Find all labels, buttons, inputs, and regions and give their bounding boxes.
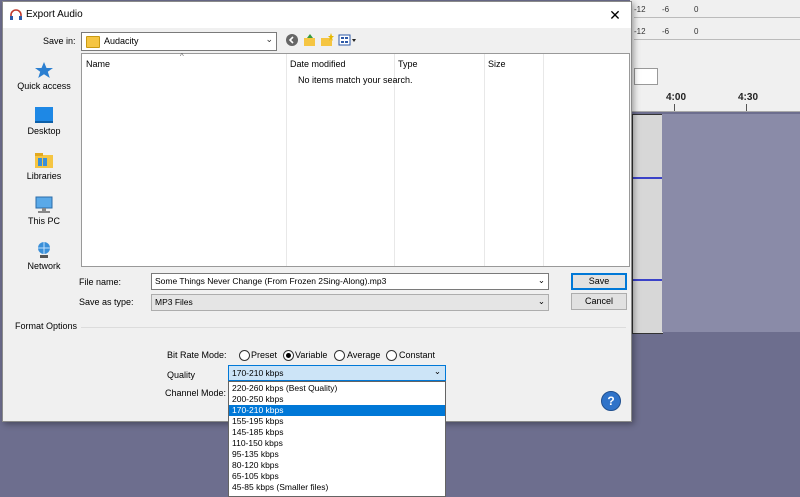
channel-mode-label: Channel Mode: (165, 388, 227, 398)
chevron-down-icon[interactable]: ⌄ (538, 275, 545, 286)
save-as-type-label: Save as type: (79, 297, 134, 307)
column-header-size[interactable]: Size (488, 59, 506, 69)
column-divider (543, 54, 544, 266)
save-as-type-dropdown[interactable]: MP3 Files ⌄ (151, 294, 549, 311)
folder-icon (86, 36, 100, 48)
place-label: This PC (27, 216, 60, 226)
save-in-value: Audacity (104, 36, 139, 46)
radio-constant-label[interactable]: Constant (399, 350, 435, 360)
place-label: Libraries (26, 171, 62, 181)
meter-label: -6 (662, 27, 670, 36)
chevron-down-icon: ⌄ (433, 366, 441, 376)
meter-label: -12 (634, 27, 646, 36)
format-options-divider (81, 327, 626, 328)
save-in-label: Save in: (43, 36, 76, 46)
radio-variable[interactable] (283, 350, 294, 361)
export-audio-dialog: Export Audio ✕ Save in: Audacity ⌄ Quick… (2, 1, 632, 422)
file-name-value: Some Things Never Change (From Frozen 2S… (155, 276, 387, 286)
radio-preset[interactable] (239, 350, 250, 361)
quality-option[interactable]: 45-85 kbps (Smaller files) (229, 482, 445, 493)
place-label: Quick access (17, 81, 71, 91)
view-menu-icon[interactable] (338, 33, 358, 47)
close-button[interactable]: ✕ (601, 4, 629, 26)
audio-track[interactable] (632, 114, 663, 334)
quality-option[interactable]: 110-150 kbps (229, 438, 445, 449)
save-as-type-value: MP3 Files (155, 297, 193, 307)
timeline-label: 4:00 (666, 92, 687, 103)
radio-average[interactable] (334, 350, 345, 361)
waveform (633, 177, 663, 179)
up-folder-icon[interactable] (303, 33, 317, 47)
star-icon (35, 62, 53, 78)
timeline-ruler[interactable]: 4:00 4:30 (630, 86, 800, 112)
audacity-device-combo[interactable] (634, 68, 658, 85)
place-this-pc[interactable]: This PC (10, 196, 78, 226)
column-header-date-modified[interactable]: Date modified (290, 59, 346, 69)
file-name-label: File name: (79, 277, 122, 287)
title-bar: Export Audio ✕ (3, 2, 631, 28)
computer-icon (35, 196, 53, 213)
network-icon (38, 242, 50, 258)
headphones-icon (10, 9, 22, 20)
meter-label: 0 (694, 27, 699, 36)
cancel-button[interactable]: Cancel (571, 293, 627, 310)
meter-label: 0 (694, 5, 699, 14)
sort-ascending-icon: ^ (180, 52, 184, 61)
radio-average-label[interactable]: Average (347, 350, 380, 360)
quality-value: 170-210 kbps (232, 368, 284, 378)
dialog-title: Export Audio (26, 9, 83, 20)
file-list[interactable]: Name ^ Date modified Type Size No items … (81, 52, 630, 267)
quality-options-list: 220-260 kbps (Best Quality) 200-250 kbps… (228, 381, 446, 497)
column-divider (286, 54, 287, 266)
radio-variable-label[interactable]: Variable (295, 350, 327, 360)
place-network[interactable]: Network (10, 241, 78, 271)
libraries-icon (35, 153, 53, 168)
meter-label: -12 (634, 5, 646, 14)
chevron-down-icon: ⌄ (537, 296, 545, 306)
file-name-input[interactable]: Some Things Never Change (From Frozen 2S… (151, 273, 549, 290)
timeline-label: 4:30 (738, 92, 759, 103)
format-options-label: Format Options (15, 321, 78, 331)
quality-option[interactable]: 65-105 kbps (229, 471, 445, 482)
quality-option[interactable]: 200-250 kbps (229, 394, 445, 405)
column-header-name[interactable]: Name (86, 59, 110, 69)
quality-label: Quality (167, 370, 196, 380)
place-label: Network (27, 261, 61, 271)
playback-meter[interactable]: -12 -6 0 (634, 4, 800, 18)
place-libraries[interactable]: Libraries (10, 151, 78, 181)
bit-rate-mode-label: Bit Rate Mode: (167, 350, 227, 360)
column-header-type[interactable]: Type (398, 59, 418, 69)
places-bar: Quick access Desktop Libraries This PC N… (10, 53, 78, 289)
radio-constant[interactable] (386, 350, 397, 361)
waveform (633, 279, 663, 281)
place-quick-access[interactable]: Quick access (10, 61, 78, 91)
quality-dropdown[interactable]: 170-210 kbps ⌄ (228, 365, 446, 381)
quality-option[interactable]: 145-185 kbps (229, 427, 445, 438)
back-icon[interactable] (285, 33, 299, 47)
quality-option[interactable]: 155-195 kbps (229, 416, 445, 427)
chevron-down-icon: ⌄ (265, 34, 273, 44)
place-desktop[interactable]: Desktop (10, 106, 78, 136)
help-button[interactable]: ? (601, 391, 621, 411)
timeline-tick (674, 104, 675, 111)
place-label: Desktop (27, 126, 61, 136)
record-meter[interactable]: -12 -6 0 (634, 26, 800, 40)
meter-label: -6 (662, 5, 670, 14)
column-divider (484, 54, 485, 266)
save-in-dropdown[interactable]: Audacity ⌄ (81, 32, 277, 51)
radio-preset-label[interactable]: Preset (251, 350, 277, 360)
quality-option[interactable]: 95-135 kbps (229, 449, 445, 460)
quality-option-selected[interactable]: 170-210 kbps (229, 405, 445, 416)
timeline-tick (746, 104, 747, 111)
empty-message: No items match your search. (298, 75, 413, 85)
desktop-icon (35, 107, 53, 123)
save-button[interactable]: Save (571, 273, 627, 290)
quality-option[interactable]: 220-260 kbps (Best Quality) (229, 383, 445, 394)
quality-option[interactable]: 80-120 kbps (229, 460, 445, 471)
new-folder-icon[interactable] (320, 33, 334, 47)
track-empty-area (662, 114, 800, 332)
column-divider (394, 54, 395, 266)
